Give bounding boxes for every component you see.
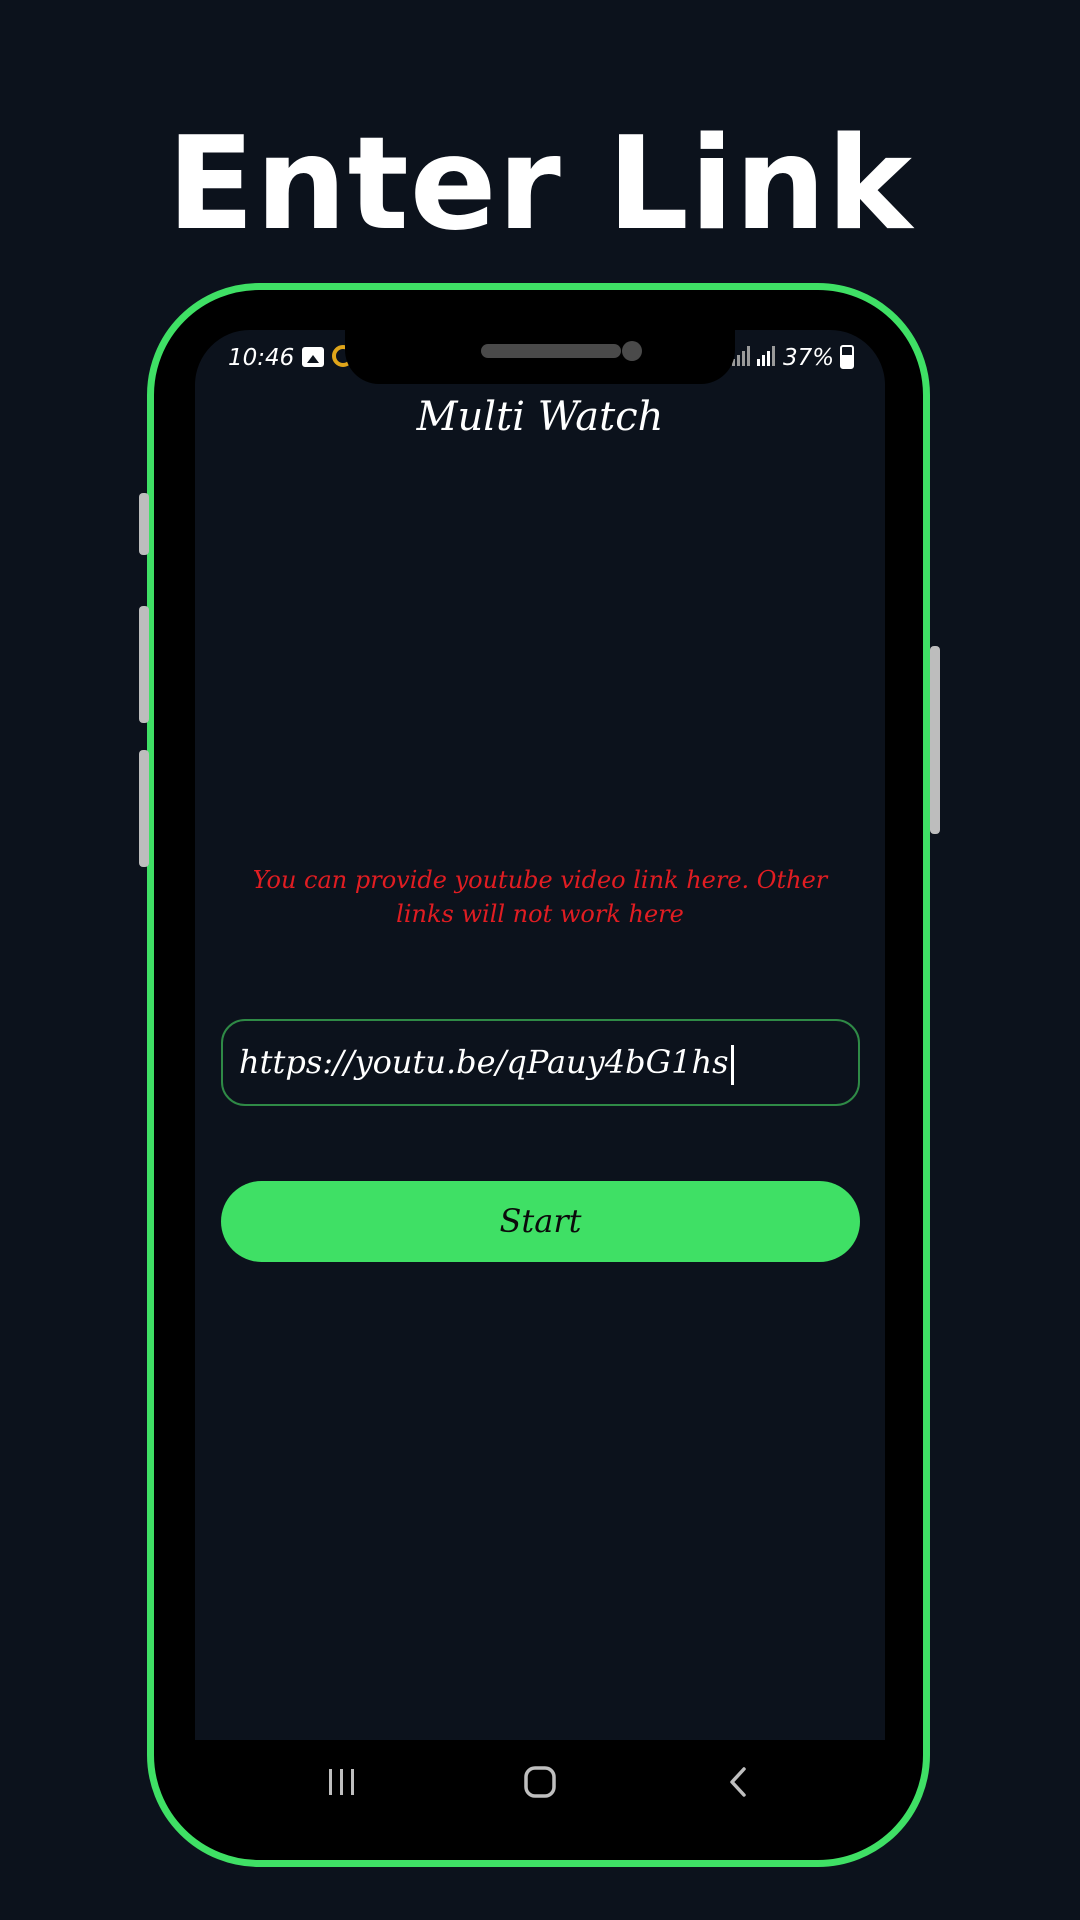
phone-power-button bbox=[930, 646, 940, 834]
home-button[interactable] bbox=[510, 1752, 570, 1812]
app-title: Multi Watch bbox=[416, 394, 664, 440]
link-hint-text: You can provide youtube video link here.… bbox=[252, 866, 828, 928]
home-icon bbox=[524, 1766, 556, 1798]
back-icon bbox=[730, 1767, 746, 1797]
battery-level: 37% bbox=[783, 345, 835, 371]
phone-volume-down-button bbox=[139, 750, 149, 867]
back-button[interactable] bbox=[708, 1752, 768, 1812]
page-headline: Enter Link bbox=[167, 110, 913, 259]
speaker-grille bbox=[481, 344, 621, 358]
recent-apps-icon bbox=[329, 1769, 354, 1795]
text-caret bbox=[730, 1044, 734, 1085]
battery-charging-icon bbox=[840, 345, 854, 369]
link-input-value: https://youtu.be/qPauy4bG1hs bbox=[239, 1021, 734, 1104]
front-camera bbox=[622, 341, 642, 361]
phone-side-button bbox=[139, 493, 149, 555]
recent-apps-button[interactable] bbox=[312, 1752, 372, 1812]
signal-icon bbox=[757, 346, 775, 366]
start-button[interactable]: Start bbox=[221, 1181, 860, 1262]
gallery-icon bbox=[302, 347, 324, 367]
status-time: 10:46 bbox=[228, 345, 295, 371]
link-input[interactable]: https://youtu.be/qPauy4bG1hs bbox=[221, 1019, 860, 1106]
phone-volume-up-button bbox=[139, 606, 149, 723]
